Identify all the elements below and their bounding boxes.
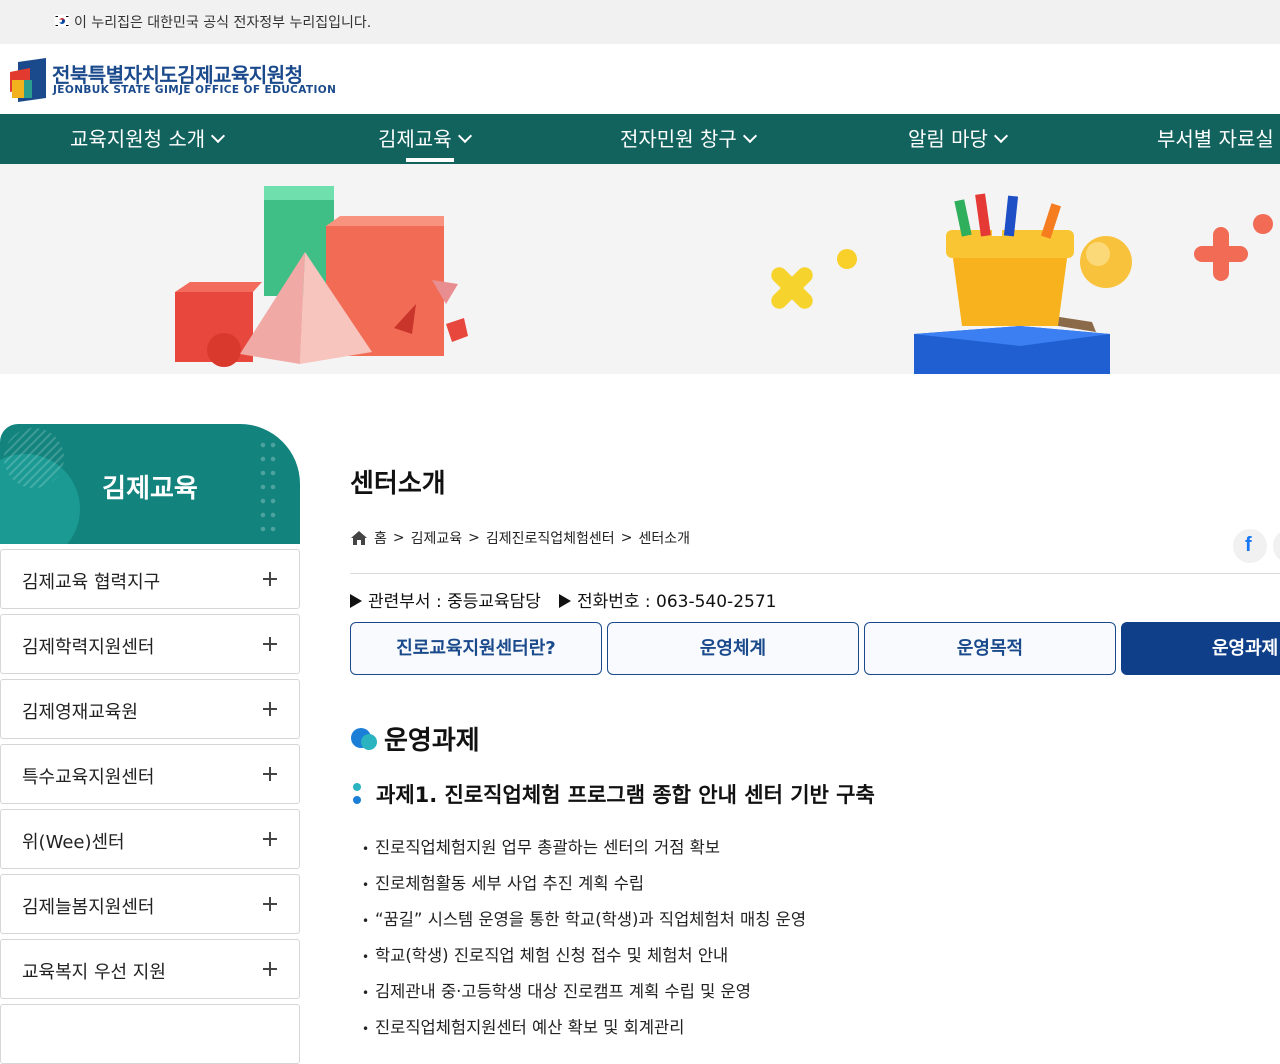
plus-icon[interactable] — [263, 897, 277, 911]
list-item: 진로직업체험지원센터 예산 확보 및 회계관리 — [362, 1016, 806, 1052]
nav-item-label: 교육지원청 소개 — [70, 127, 206, 151]
list-item: 진로체험활동 세부 사업 추진 계획 수립 — [362, 872, 806, 908]
list-item: 진로직업체험지원 업무 총괄하는 센터의 거점 확보 — [362, 836, 806, 872]
nav-item-label: 부서별 자료실 — [1157, 127, 1274, 151]
logo-name-en: JEONBUK STATE GIMJE OFFICE OF EDUCATION — [53, 84, 337, 96]
site-header: 전북특별자치도김제교육지원청 JEONBUK STATE GIMJE OFFIC… — [0, 44, 1280, 114]
gov-banner: 이 누리집은 대한민국 공식 전자정부 누리집입니다. — [0, 0, 1280, 44]
sidebar-item-special-education[interactable]: 특수교육지원센터 — [0, 744, 300, 804]
task-title-text: 과제1. 진로직업체험 프로그램 종합 안내 센터 기반 구축 — [376, 783, 875, 807]
plus-icon[interactable] — [263, 767, 277, 781]
hero-visual — [0, 164, 1280, 374]
nav-item-label: 전자민원 창구 — [620, 127, 737, 151]
sidebar-item-label: 김제영재교육원 — [22, 702, 138, 723]
nav-item-intro[interactable]: 교육지원청 소개 — [70, 114, 226, 164]
breadcrumb-item[interactable]: 김제교육 — [411, 528, 463, 548]
breadcrumb-item[interactable]: 김제진로직업체험센터 — [486, 528, 615, 548]
breadcrumb-current: 센터소개 — [638, 531, 690, 547]
task-title: 과제1. 진로직업체험 프로그램 종합 안내 센터 기반 구축 — [352, 779, 875, 809]
tab-center-intro[interactable]: 진로교육지원센터란? — [350, 622, 602, 675]
divider — [350, 573, 1280, 574]
nav-item-label: 알림 마당 — [908, 127, 988, 151]
tab-operation-system[interactable]: 운영체계 — [607, 622, 859, 675]
sidebar-item-label: 위(Wee)센터 — [22, 832, 125, 853]
breadcrumb: 홈 > 김제교육 > 김제진로직업체험센터 > 센터소개 — [350, 528, 690, 548]
tab-operation-purpose[interactable]: 운영목적 — [864, 622, 1116, 675]
korea-flag-icon — [54, 14, 70, 28]
list-item: “꿈길” 시스템 운영을 통한 학교(학생)과 직업체험처 매칭 운영 — [362, 908, 806, 944]
sidebar-item-wee-center[interactable]: 위(Wee)센터 — [0, 809, 300, 869]
sidebar-item-label: 교육복지 우선 지원 — [22, 962, 166, 983]
sidebar-item-learning-center[interactable]: 김제학력지원센터 — [0, 614, 300, 674]
breadcrumb-separator: > — [468, 530, 480, 546]
sidebar-header: 김제교육 — [0, 424, 300, 544]
sidebar-item-neulbom-center[interactable]: 김제늘봄지원센터 — [0, 874, 300, 934]
nav-active-indicator — [406, 158, 454, 162]
sidebar-item-more[interactable] — [0, 1004, 300, 1064]
plus-icon[interactable] — [263, 572, 277, 586]
section-title-text: 운영과제 — [384, 726, 480, 756]
share-button[interactable] — [1273, 529, 1280, 563]
dept-info: 관련부서 : 중등교육담당 전화번호 : 063-540-2571 — [350, 587, 776, 612]
triangle-right-icon — [558, 594, 571, 608]
list-item: 학교(학생) 진로직업 체험 신청 접수 및 체험처 안내 — [362, 944, 806, 980]
plus-icon[interactable] — [263, 962, 277, 976]
facebook-share-button[interactable]: f — [1233, 529, 1267, 563]
home-icon[interactable] — [350, 530, 368, 546]
sidebar-item-label: 김제학력지원센터 — [22, 637, 155, 658]
facebook-icon: f — [1245, 534, 1252, 556]
sidebar-item-cooperation-district[interactable]: 김제교육 협력지구 — [0, 549, 300, 609]
logo-mark[interactable] — [8, 58, 48, 102]
sidebar-item-welfare-support[interactable]: 교육복지 우선 지원 — [0, 939, 300, 999]
chevron-down-icon — [457, 128, 472, 144]
sidebar-title: 김제교육 — [102, 474, 198, 504]
main-nav: 교육지원청 소개 김제교육 전자민원 창구 알림 마당 부서별 자료실 — [0, 114, 1280, 164]
page-title: 센터소개 — [350, 469, 446, 499]
chevron-down-icon — [993, 128, 1009, 144]
tab-operation-tasks[interactable]: 운영과제 — [1121, 622, 1280, 675]
speech-bubble-icon — [351, 728, 377, 750]
chevron-down-icon — [742, 128, 757, 144]
gov-banner-text[interactable]: 이 누리집은 대한민국 공식 전자정부 누리집입니다. — [74, 12, 371, 32]
sidebar-item-label: 특수교육지원센터 — [22, 767, 155, 788]
nav-item-gimje-education[interactable]: 김제교육 — [378, 114, 472, 164]
nav-item-dept-archive[interactable]: 부서별 자료실 — [1157, 114, 1274, 164]
hero-illustration — [175, 186, 1273, 374]
plus-icon[interactable] — [263, 637, 277, 651]
list-item: 김제관내 중·고등학생 대상 진로캠프 계획 수립 및 운영 — [362, 980, 806, 1016]
plus-icon[interactable] — [263, 832, 277, 846]
triangle-right-icon — [350, 594, 362, 608]
dept-label: 관련부서 : 중등교육담당 — [368, 592, 541, 612]
sidebar-item-label: 김제교육 협력지구 — [22, 572, 161, 593]
dots-icon — [353, 783, 361, 804]
plus-icon[interactable] — [263, 702, 277, 716]
breadcrumb-separator: > — [392, 530, 405, 546]
chevron-down-icon — [211, 128, 226, 144]
task-bullet-list: 진로직업체험지원 업무 총괄하는 센터의 거점 확보 진로체험활동 세부 사업 … — [362, 836, 806, 1052]
nav-item-label: 김제교육 — [378, 127, 452, 151]
dept-phone: 전화번호 : 063-540-2571 — [576, 592, 777, 612]
nav-item-notice[interactable]: 알림 마당 — [908, 114, 1009, 164]
section-title: 운영과제 — [350, 720, 480, 757]
breadcrumb-home[interactable]: 홈 — [374, 528, 387, 548]
nav-item-civil-service[interactable]: 전자민원 창구 — [620, 114, 757, 164]
sidebar-item-label: 김제늘봄지원센터 — [22, 897, 155, 918]
breadcrumb-separator: > — [620, 530, 633, 546]
sidebar-item-gifted-education[interactable]: 김제영재교육원 — [0, 679, 300, 739]
